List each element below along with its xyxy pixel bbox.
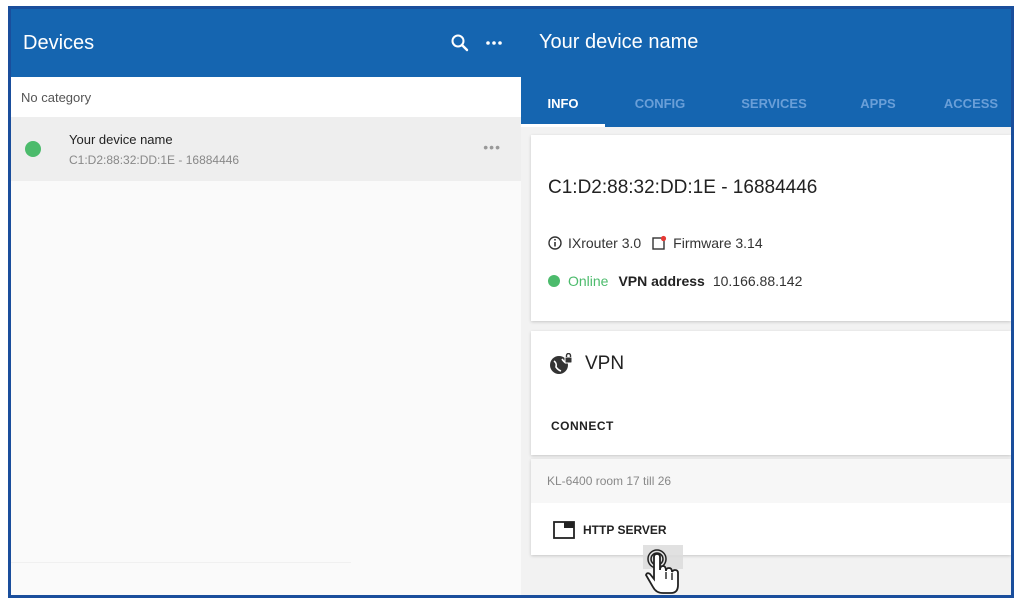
category-label: No category — [11, 77, 521, 117]
devices-pane: Devices No category Your device name C1:… — [11, 9, 521, 595]
connect-button[interactable]: CONNECT — [551, 419, 614, 433]
app-window: Devices No category Your device name C1:… — [8, 6, 1014, 598]
search-icon[interactable] — [443, 26, 477, 60]
model-text: IXrouter 3.0 — [568, 235, 642, 251]
info-icon — [548, 236, 562, 250]
online-status-dot — [25, 141, 41, 157]
vpn-title: VPN — [585, 353, 625, 374]
firmware-text: Firmware 3.14 — [673, 235, 763, 251]
more-icon[interactable] — [477, 26, 511, 60]
vpn-address-value: 10.166.88.142 — [712, 273, 803, 289]
device-list-item[interactable]: Your device name C1:D2:88:32:DD:1E - 168… — [11, 117, 521, 181]
devices-header: Devices — [11, 9, 521, 77]
detail-title: Your device name — [539, 31, 699, 53]
info-card: C1:D2:88:32:DD:1E - 16884446 IXrouter 3.… — [531, 135, 1011, 321]
tab-info[interactable]: INFO — [521, 79, 605, 127]
devices-title: Devices — [23, 31, 95, 54]
tab-apps[interactable]: APPS — [833, 79, 923, 127]
vpn-address-label: VPN address — [618, 273, 705, 289]
hand-pointer-icon — [641, 543, 687, 595]
service-name: KL-6400 room 17 till 26 — [531, 459, 1011, 503]
row-more-icon[interactable]: ••• — [483, 139, 501, 155]
http-server-label: HTTP SERVER — [583, 523, 667, 537]
globe-lock-icon — [549, 353, 573, 375]
status-line: Online VPN address 10.166.88.142 — [548, 273, 802, 289]
device-id-heading: C1:D2:88:32:DD:1E - 16884446 — [548, 177, 818, 198]
hardware-line: IXrouter 3.0 Firmware 3.14 — [548, 235, 763, 251]
device-detail-pane: Your device name INFO CONFIG SERVICES AP… — [521, 9, 1011, 595]
online-status-dot — [548, 275, 560, 287]
tab-services[interactable]: SERVICES — [715, 79, 833, 127]
vpn-card: VPN CONNECT — [531, 331, 1011, 455]
http-server-button[interactable]: HTTP SERVER — [553, 521, 667, 539]
divider — [11, 562, 351, 563]
tab-bar: INFO CONFIG SERVICES APPS ACCESS — [521, 79, 1011, 127]
service-card: KL-6400 room 17 till 26 HTTP SERVER — [531, 459, 1011, 555]
browser-window-icon — [553, 521, 575, 539]
device-name: Your device name — [69, 131, 173, 147]
vpn-title-row: VPN — [549, 353, 624, 375]
detail-header: Your device name INFO CONFIG SERVICES AP… — [521, 9, 1011, 127]
tab-config[interactable]: CONFIG — [605, 79, 715, 127]
tab-access[interactable]: ACCESS — [923, 79, 1011, 127]
device-texts: Your device name C1:D2:88:32:DD:1E - 168… — [69, 132, 521, 167]
online-status-text: Online — [568, 273, 609, 289]
firmware-icon — [651, 235, 667, 251]
device-id: C1:D2:88:32:DD:1E - 16884446 — [69, 152, 240, 167]
